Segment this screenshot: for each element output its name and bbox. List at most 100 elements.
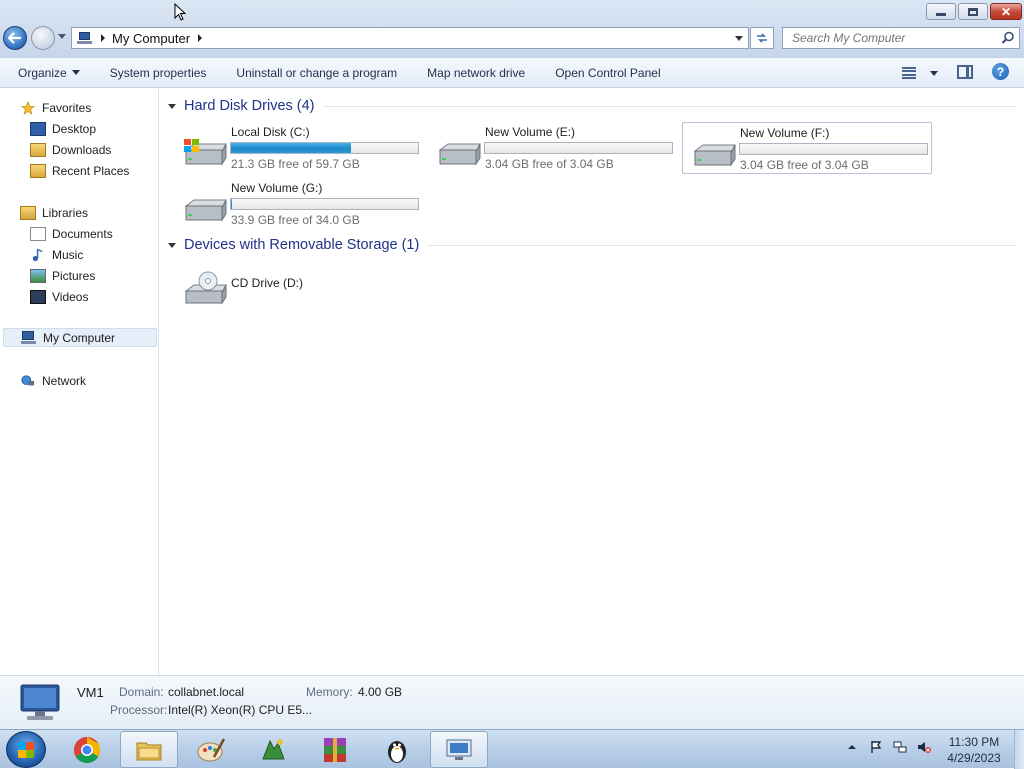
nav-libraries-label: Libraries <box>42 205 89 220</box>
group-header-removable[interactable]: Devices with Removable Storage (1) <box>168 237 1016 253</box>
volume-muted-icon[interactable] <box>917 740 931 754</box>
taskbar-penguin-app[interactable] <box>368 731 426 768</box>
open-control-panel-button[interactable]: Open Control Panel <box>540 58 675 88</box>
taskbar-paint[interactable] <box>182 731 240 768</box>
restore-icon <box>968 7 978 16</box>
drive-tile-e[interactable]: New Volume (E:) 3.04 GB free of 3.04 GB <box>428 122 678 174</box>
details-pane: VM1 Domain: collabnet.local Memory: 4.00… <box>0 675 1024 729</box>
computer-name: VM1 <box>77 685 104 700</box>
network-icon <box>21 374 35 385</box>
preview-pane-button[interactable] <box>957 65 973 79</box>
taskbar-remote-desktop[interactable] <box>430 731 488 768</box>
clock[interactable]: 11:30 PM 4/29/2023 <box>938 734 1010 766</box>
search-box[interactable] <box>782 27 1020 49</box>
show-desktop-button[interactable] <box>1014 730 1024 769</box>
chrome-icon <box>73 736 101 763</box>
uninstall-program-button[interactable]: Uninstall or change a program <box>221 58 412 88</box>
domain-label: Domain: <box>119 685 164 699</box>
nav-item-label: Documents <box>52 226 113 241</box>
hard-drive-icon <box>184 199 227 222</box>
computer-icon <box>21 330 37 345</box>
drive-usage-fill <box>231 199 232 209</box>
refresh-icon <box>757 33 767 43</box>
search-icon[interactable] <box>1001 31 1015 45</box>
breadcrumb-my-computer[interactable]: My Computer <box>112 31 190 46</box>
nav-item-label: Downloads <box>52 142 112 157</box>
address-bar[interactable]: My Computer <box>71 27 749 49</box>
action-center-flag-icon[interactable] <box>869 740 883 754</box>
chevron-up-icon[interactable] <box>845 740 859 754</box>
network-icon[interactable] <box>893 740 907 754</box>
nav-favorites[interactable]: Favorites <box>20 98 91 117</box>
drive-name: New Volume (G:) <box>231 181 323 195</box>
penguin-icon <box>388 740 406 763</box>
organize-menu[interactable]: Organize <box>0 58 95 88</box>
breadcrumb-separator-icon[interactable] <box>198 34 203 42</box>
map-network-drive-button[interactable]: Map network drive <box>412 58 540 88</box>
drive-tile-f[interactable]: New Volume (F:) 3.04 GB free of 3.04 GB <box>682 122 932 174</box>
computer-icon <box>77 31 93 45</box>
nav-favorites-label: Favorites <box>42 100 92 115</box>
recent-places-icon <box>30 163 46 178</box>
processor-value: Intel(R) Xeon(R) CPU E5... <box>168 703 313 717</box>
nav-libraries[interactable]: Libraries <box>20 203 88 222</box>
hard-drive-icon <box>693 144 736 167</box>
refresh-button[interactable] <box>750 27 774 49</box>
drive-usage-bar <box>230 198 419 210</box>
forward-button[interactable] <box>31 26 55 50</box>
drive-tile-cd-d[interactable]: CD Drive (D:) <box>174 262 424 314</box>
help-button[interactable]: ? <box>992 63 1009 80</box>
taskbar-chrome[interactable] <box>58 731 116 768</box>
explorer-icon <box>136 742 162 760</box>
desktop-icon <box>30 121 46 136</box>
drive-tile-c[interactable]: Local Disk (C:) 21.3 GB free of 59.7 GB <box>174 122 424 174</box>
taskbar-app[interactable] <box>244 731 302 768</box>
nav-item-pictures[interactable]: Pictures <box>30 266 95 285</box>
organize-label: Organize <box>18 65 67 80</box>
system-properties-button[interactable]: System properties <box>95 58 222 88</box>
drive-free-space: 33.9 GB free of 34.0 GB <box>231 213 360 227</box>
computer-icon <box>20 684 60 720</box>
nav-item-label: Pictures <box>52 268 96 283</box>
change-view-button[interactable] <box>902 65 938 81</box>
nav-item-documents[interactable]: Documents <box>30 224 113 243</box>
restore-button[interactable] <box>958 3 988 20</box>
cd-drive-icon <box>184 271 227 305</box>
nav-network[interactable]: Network <box>20 371 86 390</box>
nav-item-downloads[interactable]: Downloads <box>30 140 111 159</box>
breadcrumb-separator-icon[interactable] <box>101 34 105 42</box>
nav-item-desktop[interactable]: Desktop <box>30 119 96 138</box>
remote-desktop-icon <box>446 739 472 760</box>
nav-item-music[interactable]: Music <box>30 245 83 264</box>
nav-my-computer[interactable]: My Computer <box>3 328 157 347</box>
drive-name: Local Disk (C:) <box>231 125 310 139</box>
taskbar-windows-explorer[interactable] <box>120 731 178 768</box>
mouse-cursor-icon <box>174 3 186 21</box>
group-title: Hard Disk Drives (4) <box>184 98 315 114</box>
close-button[interactable]: ✕ <box>990 3 1022 20</box>
search-input[interactable] <box>790 30 1000 46</box>
collapse-group-icon[interactable] <box>168 103 176 109</box>
minimize-button[interactable] <box>926 3 956 20</box>
clock-time: 11:30 PM <box>948 735 1000 749</box>
start-button[interactable] <box>6 731 46 768</box>
star-icon <box>21 100 35 115</box>
address-history-dropdown[interactable] <box>735 36 743 41</box>
nav-item-videos[interactable]: Videos <box>30 287 88 306</box>
group-header-hard-disks[interactable]: Hard Disk Drives (4) <box>168 98 1016 114</box>
clock-date: 4/29/2023 <box>947 751 1001 765</box>
taskbar-winrar[interactable] <box>306 731 364 768</box>
command-bar: Organize System properties Uninstall or … <box>0 58 1024 88</box>
nav-item-recent-places[interactable]: Recent Places <box>30 161 129 180</box>
recent-pages-dropdown[interactable] <box>58 34 66 39</box>
collapse-group-icon[interactable] <box>168 242 176 248</box>
back-button[interactable] <box>3 26 27 50</box>
music-icon <box>32 248 43 261</box>
close-icon: ✕ <box>1000 4 1012 19</box>
memory-label: Memory: <box>306 685 353 699</box>
hard-drive-icon <box>184 139 227 166</box>
navigation-pane: Favorites Desktop Downloads Recent Place… <box>0 89 159 675</box>
drive-tile-g[interactable]: New Volume (G:) 33.9 GB free of 34.0 GB <box>174 178 424 230</box>
arrow-left-icon <box>8 32 21 44</box>
drive-name: New Volume (F:) <box>740 126 830 140</box>
